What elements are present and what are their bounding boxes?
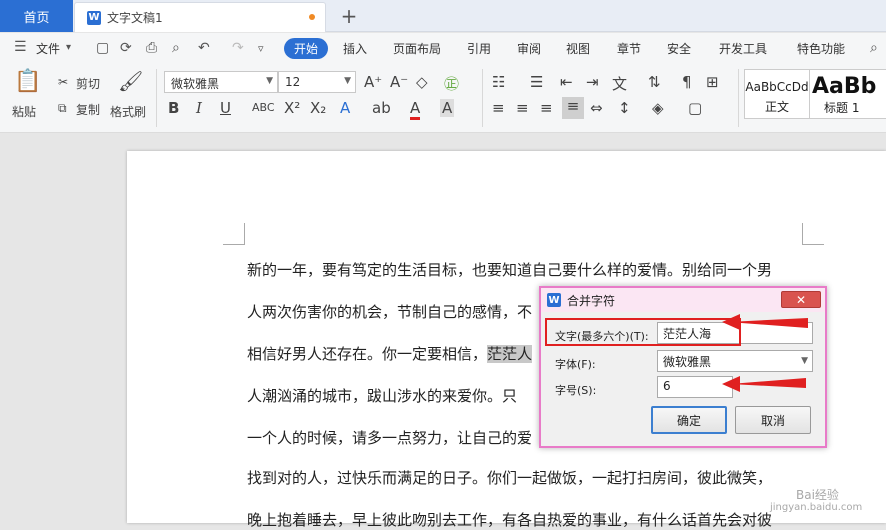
annotation-arrowhead <box>722 314 740 330</box>
watermark-url: jingyan.baidu.com <box>770 502 863 513</box>
annotation-arrowhead <box>722 376 740 392</box>
annotation-arrows <box>722 314 808 392</box>
watermark-brand: Bai经验 <box>796 488 839 502</box>
annotation-arrow-size <box>730 378 806 388</box>
